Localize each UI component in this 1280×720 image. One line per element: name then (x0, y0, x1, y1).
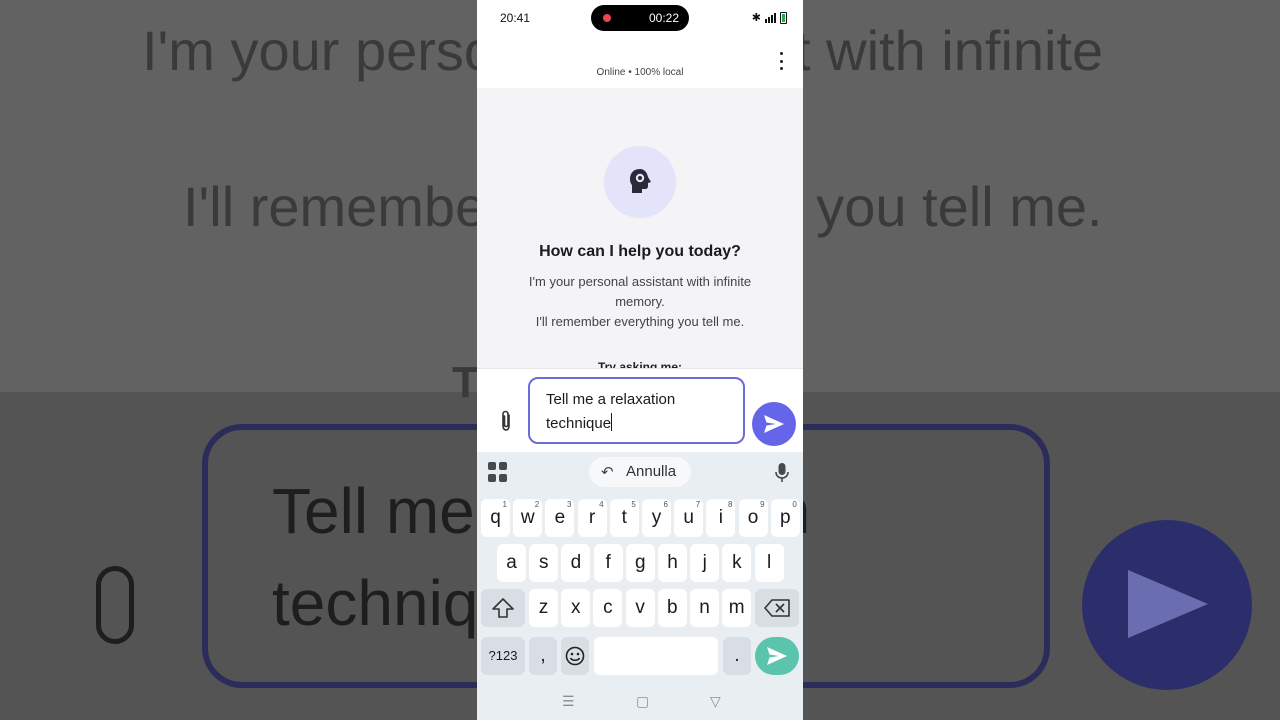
key-x[interactable]: x (561, 589, 591, 627)
key-hint-number: 1 (502, 500, 507, 509)
key-hint-number: 2 (534, 500, 540, 509)
welcome-title: How can I help you today? (539, 243, 741, 260)
key-u[interactable]: u7 (674, 499, 704, 537)
key-label: t (621, 507, 627, 528)
key-e[interactable]: e3 (545, 499, 575, 537)
space-key[interactable] (594, 637, 718, 675)
key-s[interactable]: s (529, 544, 559, 582)
key-v[interactable]: v (625, 589, 655, 627)
key-label: w (520, 507, 535, 528)
paperclip-icon[interactable] (497, 409, 515, 433)
screen-recording-pill[interactable]: 00:22 (591, 5, 689, 31)
chat-area: How can I help you today? I'm your perso… (477, 88, 803, 370)
period-key[interactable]: . (723, 637, 751, 675)
app-bar: Online • 100% local (477, 36, 803, 88)
welcome-line1: I'm your personal assistant with infinit… (528, 274, 752, 309)
key-hint-number: 4 (599, 500, 604, 509)
text-caret (611, 413, 613, 431)
key-hint-number: 3 (566, 500, 572, 509)
key-label: r (588, 507, 596, 528)
background-paperclip-icon (96, 566, 134, 644)
status-bar: 20:41 00:22 ✱ (477, 0, 803, 36)
key-z[interactable]: z (529, 589, 558, 627)
key-t[interactable]: t5 (609, 499, 639, 537)
system-nav-bar: ☰ ▢ ▽ (477, 686, 803, 720)
welcome-subtitle: I'm your personal assistant with infinit… (503, 272, 777, 332)
key-label: p (780, 507, 791, 528)
key-y[interactable]: y6 (642, 499, 671, 537)
status-time: 20:41 (500, 11, 531, 25)
key-j[interactable]: j (690, 544, 720, 582)
comma-key[interactable]: , (529, 637, 557, 675)
back-icon[interactable]: ▽ (710, 693, 721, 710)
key-label: q (490, 507, 501, 528)
key-a[interactable]: a (497, 544, 526, 582)
message-input[interactable]: Tell me a relaxation technique (528, 377, 745, 444)
background-input-line2: techniq (272, 567, 479, 639)
undo-label: Annulla (626, 463, 677, 480)
head-gear-icon (630, 169, 651, 193)
key-c[interactable]: c (593, 589, 623, 627)
send-button[interactable] (752, 402, 796, 446)
shift-icon (492, 598, 514, 618)
bluetooth-icon: ✱ (751, 12, 761, 24)
key-hint-number: 7 (695, 500, 701, 509)
signal-icon (765, 12, 776, 23)
emoji-key[interactable] (561, 637, 589, 675)
recents-icon[interactable]: ☰ (562, 693, 575, 710)
status-icons: ✱ (752, 11, 787, 24)
key-g[interactable]: g (625, 544, 655, 582)
enter-key[interactable] (755, 637, 799, 675)
key-k[interactable]: k (722, 544, 752, 582)
key-l[interactable]: l (754, 544, 784, 582)
keyboard-toolbar: ↶ Annulla (477, 452, 803, 492)
home-icon[interactable]: ▢ (636, 693, 649, 710)
key-f[interactable]: f (593, 544, 623, 582)
assistant-avatar (604, 146, 676, 218)
recording-time: 00:22 (648, 11, 679, 25)
key-hint-number: 5 (631, 500, 636, 509)
record-dot-icon (603, 14, 611, 22)
key-w[interactable]: w2 (513, 499, 543, 537)
key-hint-number: 6 (663, 500, 668, 509)
apps-grid-icon[interactable] (488, 462, 508, 482)
mic-icon[interactable] (775, 462, 789, 484)
key-h[interactable]: h (658, 544, 687, 582)
key-label: e (554, 507, 566, 528)
background-text-line3: T (452, 358, 479, 407)
background-send-icon (1128, 570, 1208, 638)
undo-icon: ↶ (601, 464, 614, 481)
key-o[interactable]: o9 (738, 499, 768, 537)
send-icon (764, 415, 784, 433)
keyboard: ↶ Annulla q1w2e3r4t5y6u7i8o9p0 asdfghjkl… (477, 452, 803, 720)
key-label: u (683, 507, 694, 528)
key-p[interactable]: p0 (770, 499, 800, 537)
key-hint-number: 9 (760, 500, 765, 509)
welcome-line2: I'll remember everything you tell me. (535, 314, 745, 329)
more-vert-icon[interactable] (775, 52, 787, 70)
key-label: i (718, 507, 723, 528)
backspace-key[interactable] (755, 589, 799, 627)
key-q[interactable]: q1 (481, 499, 510, 537)
key-n[interactable]: n (690, 589, 719, 627)
key-hint-number: 0 (792, 500, 797, 509)
key-i[interactable]: i8 (706, 499, 736, 537)
undo-chip[interactable]: ↶ Annulla (589, 457, 691, 487)
emoji-icon (565, 646, 585, 666)
composer-bar: Tell me a relaxation technique (477, 368, 803, 452)
key-r[interactable]: r4 (577, 499, 607, 537)
connection-status: Online • 100% local (596, 67, 684, 78)
key-hint-number: 8 (727, 500, 733, 509)
battery-icon (780, 11, 787, 24)
backspace-icon (764, 599, 790, 617)
key-label: y (651, 507, 662, 528)
phone-screen: 20:41 00:22 ✱ Online • 100% local How ca… (477, 0, 803, 720)
send-icon (767, 647, 787, 665)
key-b[interactable]: b (657, 589, 687, 627)
key-label: o (747, 507, 759, 528)
key-m[interactable]: m (722, 589, 752, 627)
key-d[interactable]: d (561, 544, 591, 582)
shift-key[interactable] (481, 589, 525, 627)
symbols-key[interactable]: ?123 (481, 637, 525, 675)
